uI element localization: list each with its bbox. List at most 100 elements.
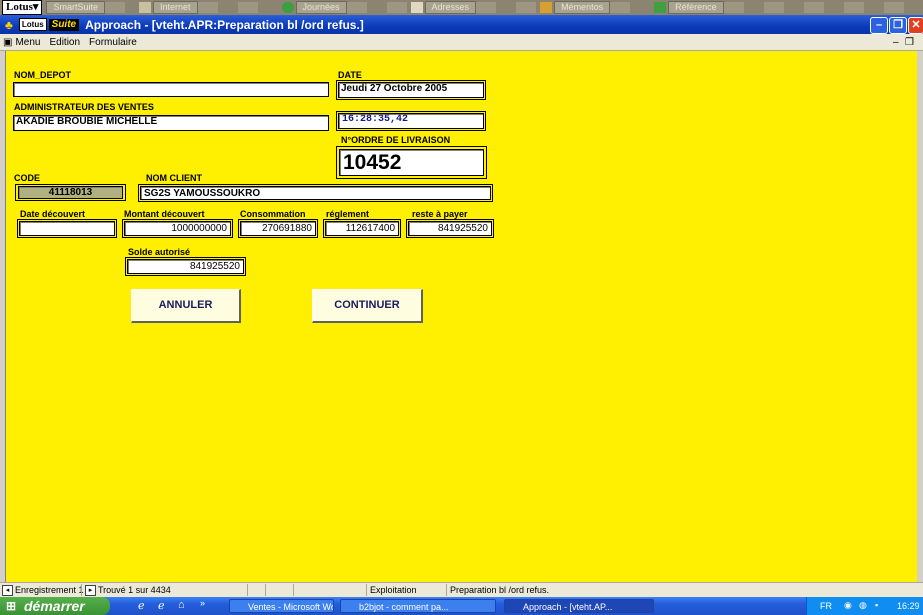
suite-drawer-label: SmartSuite (46, 1, 105, 14)
windows-logo-icon: ⊞ (6, 599, 17, 613)
suite-bar-filler (197, 2, 278, 13)
menu-item-menu[interactable]: Menu (15, 37, 40, 48)
checkmark-icon (654, 2, 667, 13)
tray-app-icon[interactable]: ▪ (875, 600, 878, 610)
suite-drawer-adresses[interactable]: Adresses (410, 1, 477, 14)
annuler-button[interactable]: ANNULER (131, 289, 241, 323)
menu-bar: ▣ Menu Edition Formulaire – ❐ (0, 34, 923, 51)
found-text: Trouvé 1 sur 4434 (98, 585, 171, 595)
record-text: Enregistrement 1 (15, 585, 84, 595)
continuer-button[interactable]: CONTINUER (312, 289, 423, 323)
suite-drawer-smartsuite[interactable]: SmartSuite (46, 1, 105, 14)
mode-selector[interactable]: Exploitation (366, 584, 442, 596)
status-divider (293, 584, 364, 596)
reglement-label: réglement (326, 209, 370, 219)
date-decouvert-field[interactable] (19, 221, 115, 236)
system-tray: FR ◉ ◍ ▪ 16:29 (806, 597, 923, 615)
nom-client-field[interactable]: SG2S YAMOUSSOUKRO (140, 186, 491, 200)
smartsuite-bar: Lotus▾ SmartSuite Internet Journées Adre… (0, 0, 923, 15)
clock[interactable]: 16:29 (897, 601, 920, 611)
suite-drawer-label: Internet (152, 1, 198, 14)
montant-decouvert-field[interactable]: 1000000000 (124, 221, 231, 236)
notes-icon (540, 2, 553, 13)
suite-drawer-label: Mémentos (554, 1, 611, 14)
suite-bar-filler (723, 2, 923, 13)
document-icon: ▣ (3, 36, 13, 48)
form-area: NOM_DEPOT DATE Jeudi 27 Octobre 2005 ADM… (5, 51, 917, 582)
heure-field[interactable]: 16:28:35,42 (338, 113, 484, 129)
nom-depot-label: NOM_DEPOT (14, 70, 72, 80)
doc-minimize-button[interactable]: – (893, 37, 899, 48)
view-selector[interactable]: Preparation bl /ord refus. (446, 584, 549, 596)
ie-quicklaunch-icon[interactable]: ℯ (138, 599, 145, 612)
suite-drawer-internet[interactable]: Internet (138, 1, 198, 14)
task-label: b2bjot - comment pa... (359, 602, 449, 612)
calendar-icon (281, 2, 294, 13)
code-field[interactable]: 41118013 (18, 186, 123, 199)
consommation-label: Consommation (240, 209, 306, 219)
window-title-bar: ♣ Lotus Suite Approach - [vteht.APR:Prep… (0, 15, 923, 34)
consommation-field[interactable]: 270691880 (240, 221, 316, 236)
start-button[interactable]: ⊞ démarrer (0, 597, 110, 615)
start-label: démarrer (24, 598, 85, 614)
status-divider (265, 584, 294, 596)
close-button[interactable]: ✕ (908, 17, 923, 34)
code-label: CODE (14, 173, 41, 183)
lotus-logo-text: Lotus (6, 1, 33, 13)
suite-bar-filler (476, 2, 537, 13)
taskbar-item-b2bjot[interactable]: b2bjot - comment pa... (340, 599, 496, 613)
status-bar: ◂ Enregistrement 1 ▸ Trouvé 1 sur 4434 Exp… (0, 582, 923, 598)
record-navigator[interactable]: ◂ Enregistrement 1 (2, 584, 84, 597)
taskbar-item-word[interactable]: Ventes - Microsoft Word (229, 599, 334, 613)
menu-item-formulaire[interactable]: Formulaire (89, 37, 137, 48)
solde-autorise-label: Solde autorisé (128, 247, 191, 257)
date-field[interactable]: Jeudi 27 Octobre 2005 (338, 82, 484, 98)
suite-drawer-reference[interactable]: Référence (654, 1, 724, 14)
taskbar: ⊞ démarrer ℯ ℯ ⌂ » Ventes - Microsoft Wo… (0, 597, 923, 615)
maximize-button[interactable]: ❐ (889, 17, 907, 34)
ordre-label: N°ORDRE DE LIVRAISON (341, 135, 451, 145)
suite-bar-filler (104, 2, 135, 13)
lotus-suite-logo: Lotus (18, 18, 47, 31)
suite-bar-filler (346, 2, 407, 13)
smartsuite-logo: Suite (48, 18, 80, 31)
date-decouvert-label: Date découvert (20, 209, 86, 219)
nom-depot-field[interactable] (13, 82, 329, 97)
reglement-field[interactable]: 112617400 (325, 221, 399, 236)
doc-restore-button[interactable]: ❐ (905, 37, 914, 48)
ordre-field[interactable]: 10452 (339, 149, 484, 176)
internet-icon (138, 2, 151, 13)
found-icon: ▸ (85, 585, 96, 597)
nom-client-label: NOM CLIENT (146, 173, 202, 183)
status-divider (247, 584, 266, 596)
minimize-button[interactable]: – (870, 17, 888, 34)
suite-drawer-journees[interactable]: Journées (281, 1, 347, 14)
task-label: Approach - [vteht.AP... (523, 602, 613, 612)
window-title: Approach - [vteht.APR:Preparation bl /or… (85, 17, 364, 32)
menu-item-edition[interactable]: Edition (49, 37, 80, 48)
reste-a-payer-label: reste à payer (412, 209, 468, 219)
task-label: Ventes - Microsoft Word (248, 602, 333, 612)
network-icon[interactable]: ◉ (844, 600, 852, 611)
suite-drawer-label: Journées (295, 1, 347, 14)
quicklaunch-more-icon[interactable]: » (200, 598, 205, 608)
montant-decouvert-label: Montant découvert (124, 209, 205, 219)
approach-app-icon: ♣ (5, 17, 13, 32)
taskbar-item-approach[interactable]: Approach - [vteht.AP... (504, 599, 654, 613)
suite-drawer-label: Référence (668, 1, 724, 14)
home-quicklaunch-icon[interactable]: ⌂ (178, 599, 185, 611)
solde-autorise-field[interactable]: 841925520 (127, 259, 244, 274)
date-label: DATE (338, 70, 362, 80)
administrateur-label: ADMINISTRATEUR DES VENTES (14, 102, 154, 112)
ie2-quicklaunch-icon[interactable]: ℯ (158, 599, 165, 612)
suite-drawer-memento[interactable]: Mémentos (540, 1, 611, 14)
record-icon: ◂ (2, 585, 13, 597)
reste-a-payer-field[interactable]: 841925520 (408, 221, 492, 236)
administrateur-field[interactable]: AKADIE BROUBIE MICHELLE (13, 115, 329, 131)
language-indicator[interactable]: FR (820, 601, 832, 611)
messenger-icon[interactable]: ◍ (859, 600, 867, 611)
lotus-menu-button[interactable]: Lotus▾ (2, 0, 43, 15)
found-count[interactable]: ▸ Trouvé 1 sur 4434 (81, 584, 171, 597)
suite-bar-filler (610, 2, 651, 13)
address-book-icon (410, 2, 423, 13)
